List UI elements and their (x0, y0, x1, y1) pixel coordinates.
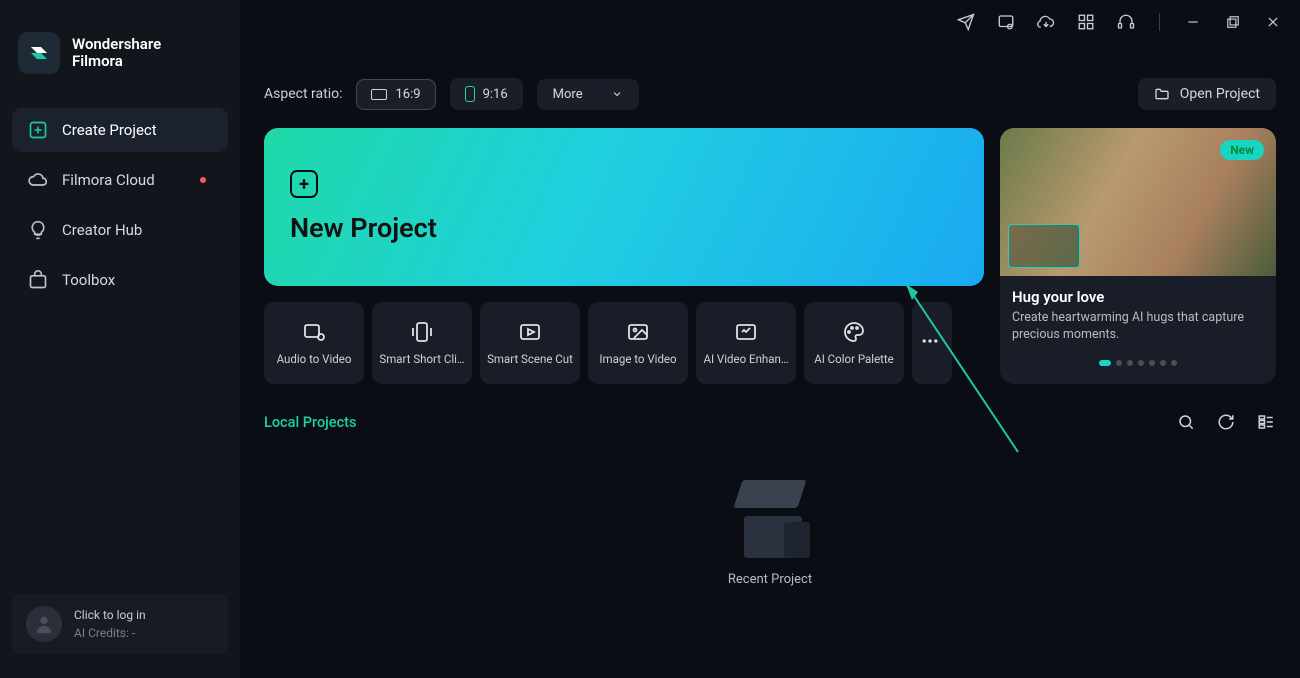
tool-smart-scene-cut[interactable]: Smart Scene Cut (480, 302, 580, 384)
create-plus-icon (28, 120, 48, 140)
sidebar: WondershareFilmora Create Project Filmor… (0, 0, 240, 678)
sidebar-item-label: Create Project (62, 121, 157, 139)
scene-cut-icon (518, 320, 542, 344)
folder-icon (1154, 86, 1170, 102)
sidebar-item-creator-hub[interactable]: Creator Hub (12, 208, 228, 252)
avatar-icon (26, 606, 62, 642)
new-badge: New (1220, 140, 1264, 160)
aspect-ratio-value: 9:16 (483, 87, 508, 102)
login-title: Click to log in (74, 606, 146, 624)
main: Aspect ratio: 16:9 9:16 More Open Projec… (240, 0, 1300, 678)
aspect-more-button[interactable]: More (537, 79, 639, 110)
more-label: More (553, 87, 583, 102)
new-project-title: New Project (290, 212, 958, 244)
tools-row: Audio to Video Smart Short Cli… Smart Sc… (264, 302, 984, 384)
view-list-icon[interactable] (1256, 412, 1276, 432)
new-project-card[interactable]: + New Project (264, 128, 984, 286)
portrait-icon (465, 86, 475, 102)
promo-title: Hug your love (1012, 288, 1264, 306)
section-actions (1176, 412, 1276, 432)
toolbar: Aspect ratio: 16:9 9:16 More Open Projec… (264, 0, 1276, 128)
open-project-label: Open Project (1180, 86, 1260, 102)
tool-ai-color-palette[interactable]: AI Color Palette (804, 302, 904, 384)
login-text: Click to log in AI Credits: - (74, 606, 146, 642)
empty-box-icon (726, 480, 814, 558)
tool-label: Smart Short Cli… (379, 352, 464, 366)
tool-label: AI Video Enhan… (703, 352, 788, 366)
tool-label: AI Color Palette (814, 352, 894, 366)
sidebar-item-filmora-cloud[interactable]: Filmora Cloud (12, 158, 228, 202)
section-row: Local Projects (264, 412, 1276, 432)
enhance-icon (734, 320, 758, 344)
login-credits: AI Credits: - (74, 624, 146, 642)
more-icon (920, 331, 944, 355)
promo-thumbnail (1008, 224, 1080, 268)
tool-smart-short-clip[interactable]: Smart Short Cli… (372, 302, 472, 384)
audio-video-icon (302, 320, 326, 344)
nav-list: Create Project Filmora Cloud Creator Hub… (12, 108, 228, 302)
tool-ai-video-enhance[interactable]: AI Video Enhan… (696, 302, 796, 384)
promo-body: Hug your love Create heartwarming AI hug… (1000, 276, 1276, 352)
empty-label: Recent Project (728, 572, 812, 587)
aspect-9-16-button[interactable]: 9:16 (450, 78, 523, 110)
sidebar-item-toolbox[interactable]: Toolbox (12, 258, 228, 302)
tool-icon (28, 270, 48, 290)
aspect-ratio-label: Aspect ratio: (264, 86, 342, 102)
sidebar-item-create-project[interactable]: Create Project (12, 108, 228, 152)
plus-square-icon: + (290, 170, 318, 198)
promo-card[interactable]: New Hug your love Create heartwarming AI… (1000, 128, 1276, 384)
refresh-icon[interactable] (1216, 412, 1236, 432)
tool-audio-to-video[interactable]: Audio to Video (264, 302, 364, 384)
tool-label: Smart Scene Cut (487, 352, 573, 366)
tool-image-to-video[interactable]: Image to Video (588, 302, 688, 384)
sidebar-item-label: Toolbox (62, 271, 115, 289)
promo-image: New (1000, 128, 1276, 276)
bulb-icon (28, 220, 48, 240)
aspect-16-9-button[interactable]: 16:9 (356, 79, 435, 110)
sidebar-item-label: Creator Hub (62, 221, 142, 239)
brand-text: WondershareFilmora (72, 36, 161, 71)
tool-more-button[interactable] (912, 302, 952, 384)
tool-label: Audio to Video (277, 352, 352, 366)
app-logo-icon (18, 32, 60, 74)
sidebar-item-label: Filmora Cloud (62, 171, 155, 189)
empty-state: Recent Project (264, 480, 1276, 587)
open-project-button[interactable]: Open Project (1138, 78, 1276, 110)
carousel-dots[interactable] (1000, 352, 1276, 370)
promo-desc: Create heartwarming AI hugs that capture… (1012, 310, 1264, 344)
search-icon[interactable] (1176, 412, 1196, 432)
image-video-icon (626, 320, 650, 344)
clip-icon (410, 320, 434, 344)
cloud-icon (28, 170, 48, 190)
brand: WondershareFilmora (12, 14, 228, 108)
landscape-icon (371, 89, 387, 100)
palette-icon (842, 320, 866, 344)
hero-row: + New Project Audio to Video Smart Short… (264, 128, 1276, 384)
notification-dot (200, 177, 206, 183)
aspect-ratio-value: 16:9 (395, 87, 420, 102)
tool-label: Image to Video (599, 352, 676, 366)
login-box[interactable]: Click to log in AI Credits: - (12, 594, 228, 654)
chevron-down-icon (611, 88, 623, 100)
local-projects-tab[interactable]: Local Projects (264, 414, 356, 431)
